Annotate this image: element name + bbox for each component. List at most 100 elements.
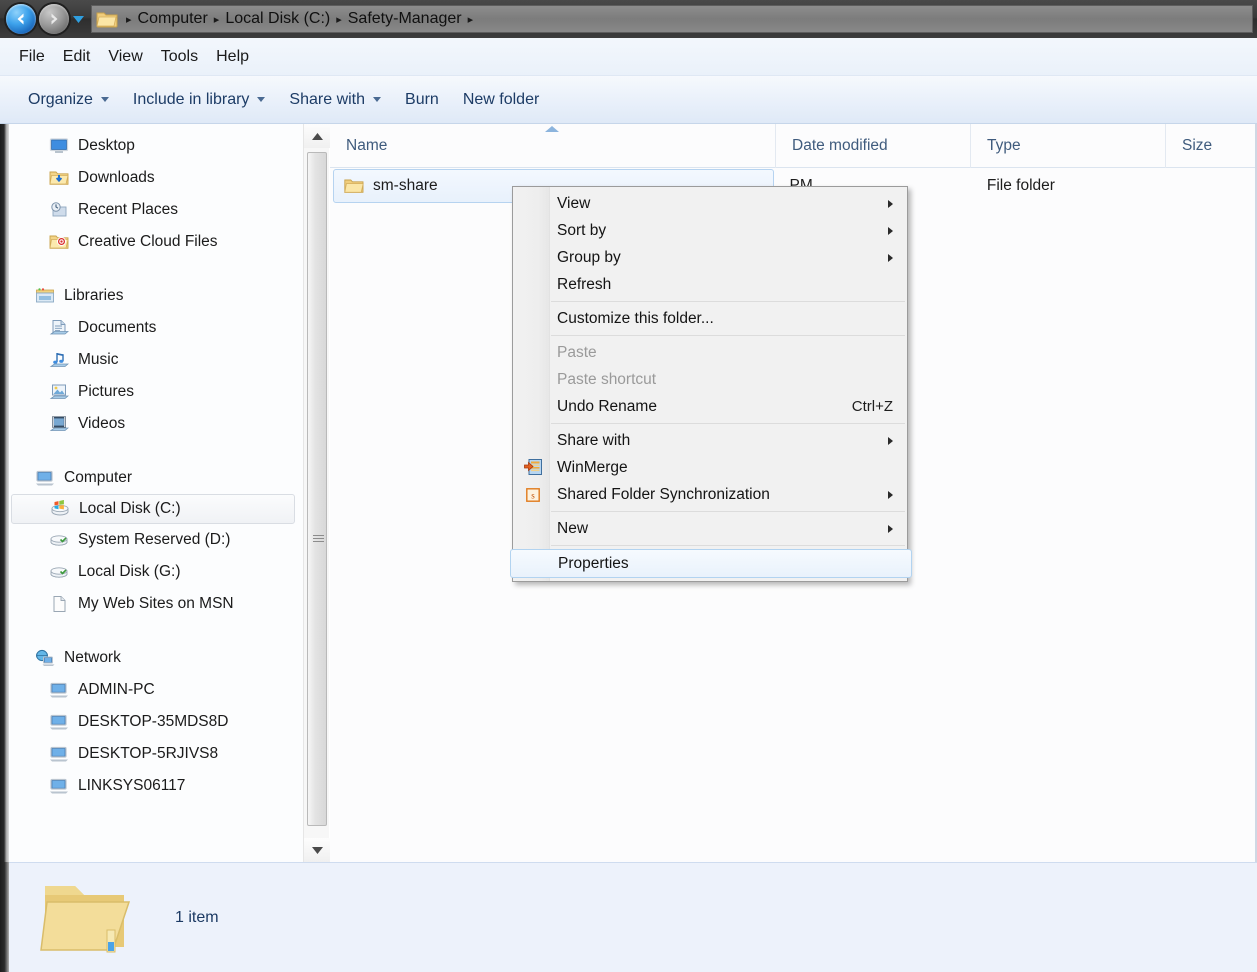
- forward-button[interactable]: [39, 4, 69, 34]
- column-header-date-modified[interactable]: Date modified: [775, 123, 970, 168]
- drive-icon: [50, 535, 68, 546]
- scroll-down-button[interactable]: [304, 838, 330, 862]
- tree-item-my-web-sites-on-msn[interactable]: My Web Sites on MSN: [9, 588, 303, 620]
- menu-help[interactable]: Help: [207, 45, 258, 69]
- tree-label: LINKSYS06117: [78, 777, 186, 794]
- tree-item-desktop-5rjivs8[interactable]: DESKTOP-5RJIVS8: [9, 738, 303, 770]
- burn-button[interactable]: Burn: [393, 86, 451, 114]
- column-header-name[interactable]: Name: [330, 124, 775, 168]
- tree-label: My Web Sites on MSN: [78, 595, 234, 612]
- tree-item-system-reserved-d[interactable]: System Reserved (D:): [9, 524, 303, 556]
- status-item-count: 1 item: [175, 908, 219, 926]
- recent-places-icon: [51, 202, 67, 217]
- column-header-size[interactable]: Size: [1165, 123, 1255, 168]
- context-menu-item-properties[interactable]: Properties: [510, 549, 912, 578]
- column-label: Name: [346, 136, 388, 154]
- context-menu-separator: [551, 335, 905, 336]
- context-menu-item-refresh[interactable]: Refresh: [513, 271, 907, 298]
- tree-label: Libraries: [64, 287, 124, 304]
- tree-item-downloads[interactable]: Downloads: [9, 162, 303, 194]
- folder-icon: [344, 179, 364, 193]
- tree-item-linksys06117[interactable]: LINKSYS06117: [9, 770, 303, 802]
- submenu-arrow-icon: [888, 524, 893, 533]
- context-menu-label: Sort by: [557, 221, 607, 239]
- context-menu-separator: [551, 545, 905, 546]
- context-menu-item-winmerge[interactable]: WinMerge: [513, 454, 907, 481]
- tree-label: Documents: [78, 319, 157, 336]
- tree-item-desktop[interactable]: Desktop: [9, 130, 303, 162]
- tree-label: Music: [78, 351, 119, 368]
- context-menu-item-group-by[interactable]: Group by: [513, 244, 907, 271]
- share-with-button[interactable]: Share with: [277, 86, 393, 114]
- tree-item-documents[interactable]: Documents: [9, 312, 303, 344]
- include-in-library-button[interactable]: Include in library: [121, 86, 278, 114]
- breadcrumb-local-disk-c[interactable]: Local Disk (C:): [221, 10, 334, 28]
- tree-item-music[interactable]: Music: [9, 344, 303, 376]
- submenu-arrow-icon: [888, 226, 893, 235]
- context-menu-label: Group by: [557, 248, 621, 266]
- breadcrumb-safety-manager[interactable]: Safety-Manager: [344, 10, 466, 28]
- column-header-type[interactable]: Type: [970, 123, 1165, 168]
- context-menu-item-shared-folder-synchronization[interactable]: s Shared Folder Synchronization: [513, 481, 907, 508]
- folder-tree: Desktop Downloads Recent Places Creative…: [9, 124, 303, 802]
- context-menu: View Sort by Group by Refresh Customize …: [510, 186, 912, 582]
- column-label: Type: [987, 136, 1021, 154]
- tree-item-computer[interactable]: Computer: [9, 462, 303, 494]
- context-menu-item-undo-rename[interactable]: Undo Rename Ctrl+Z: [513, 393, 907, 420]
- tree-group-gap: [9, 258, 303, 280]
- history-dropdown-button[interactable]: [71, 4, 85, 34]
- menu-edit[interactable]: Edit: [54, 45, 100, 69]
- tree-item-libraries[interactable]: Libraries: [9, 280, 303, 312]
- breadcrumb-separator[interactable]: ▸: [212, 13, 222, 26]
- tree-group-gap: [9, 620, 303, 642]
- context-menu-item-customize-this-folder[interactable]: Customize this folder...: [513, 305, 907, 332]
- sort-ascending-icon: [544, 125, 559, 132]
- menu-bar: File Edit View Tools Help: [0, 38, 1257, 76]
- tree-item-creative-cloud-files[interactable]: Creative Cloud Files: [9, 226, 303, 258]
- documents-library-icon: [49, 320, 69, 335]
- tree-item-pictures[interactable]: Pictures: [9, 376, 303, 408]
- menu-tools[interactable]: Tools: [152, 45, 207, 69]
- breadcrumb-computer[interactable]: Computer: [134, 10, 212, 28]
- context-menu-label: New: [557, 519, 589, 537]
- tree-item-recent-places[interactable]: Recent Places: [9, 194, 303, 226]
- tree-item-desktop-35mds8d[interactable]: DESKTOP-35MDS8D: [9, 706, 303, 738]
- context-menu-label: Properties: [558, 554, 629, 572]
- chevron-down-icon: [100, 97, 109, 102]
- context-menu-item-paste-shortcut: Paste shortcut: [513, 366, 907, 393]
- file-size-cell: [1165, 169, 1255, 203]
- folder-icon: [40, 885, 131, 952]
- context-menu-item-sort-by[interactable]: Sort by: [513, 217, 907, 244]
- tree-item-admin-pc[interactable]: ADMIN-PC: [9, 674, 303, 706]
- tree-label: Desktop: [78, 137, 135, 154]
- new-folder-button[interactable]: New folder: [451, 86, 551, 114]
- context-menu-separator: [551, 511, 905, 512]
- organize-button[interactable]: Organize: [16, 86, 121, 114]
- burn-label: Burn: [405, 90, 439, 108]
- computer-icon: [50, 778, 68, 794]
- tree-item-local-disk-c[interactable]: Local Disk (C:): [11, 494, 295, 524]
- context-menu-item-share-with[interactable]: Share with: [513, 427, 907, 454]
- music-library-icon: [49, 353, 69, 367]
- tree-item-videos[interactable]: Videos: [9, 408, 303, 440]
- address-bar[interactable]: ▸ Computer ▸ Local Disk (C:) ▸ Safety-Ma…: [91, 5, 1253, 33]
- breadcrumb-separator[interactable]: ▸: [466, 13, 476, 26]
- scroll-up-button[interactable]: [304, 124, 330, 148]
- column-label: Size: [1182, 136, 1213, 154]
- back-button[interactable]: [6, 4, 36, 34]
- scrollbar-thumb[interactable]: [307, 152, 327, 826]
- context-menu-item-view[interactable]: View: [513, 190, 907, 217]
- tree-item-network[interactable]: Network: [9, 642, 303, 674]
- tree-item-local-disk-g[interactable]: Local Disk (G:): [9, 556, 303, 588]
- tree-label: Local Disk (C:): [79, 500, 181, 517]
- navigation-pane-scrollbar[interactable]: [303, 124, 330, 862]
- context-menu-item-new[interactable]: New: [513, 515, 907, 542]
- menu-file[interactable]: File: [10, 45, 54, 69]
- creative-cloud-folder-icon: [49, 235, 69, 249]
- context-menu-label: Shared Folder Synchronization: [557, 485, 770, 503]
- tree-label: Videos: [78, 415, 126, 432]
- menu-view[interactable]: View: [99, 45, 151, 69]
- downloads-folder-icon: [49, 171, 69, 185]
- breadcrumb-separator[interactable]: ▸: [334, 13, 344, 26]
- window-bottom-left-border: [0, 862, 9, 972]
